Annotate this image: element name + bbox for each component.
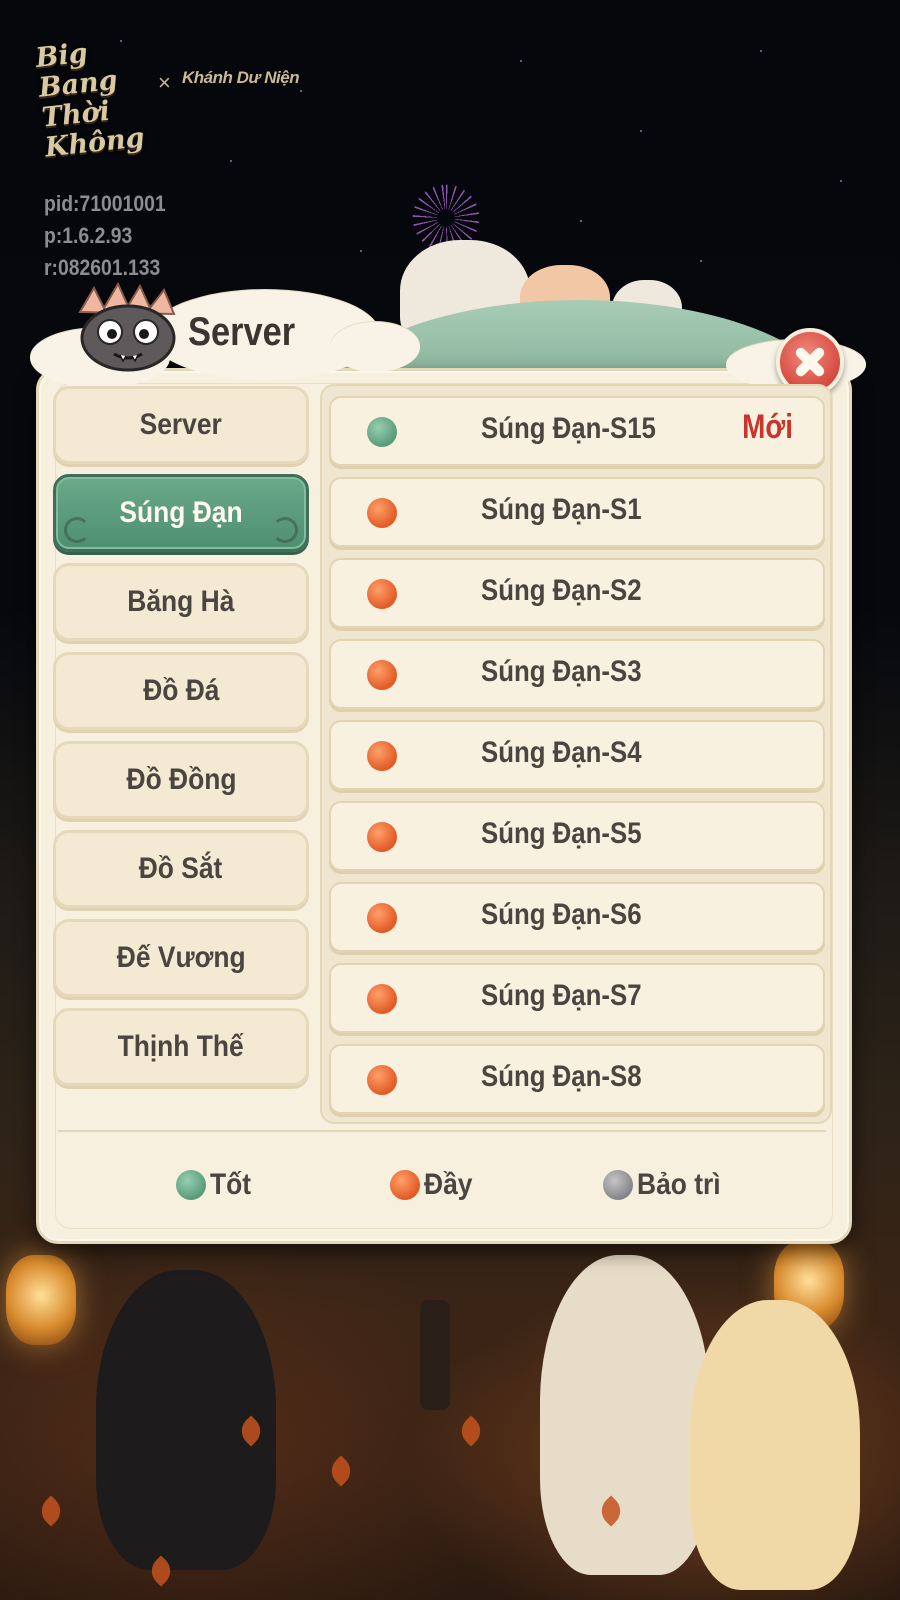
- tab-label: Đồ Đồng: [126, 763, 236, 796]
- tab-de-vuong[interactable]: Đế Vương: [53, 919, 309, 997]
- server-name: Súng Đạn-S8: [481, 1060, 642, 1093]
- status-full-icon: [367, 1065, 397, 1095]
- server-name: Súng Đạn-S7: [481, 979, 642, 1012]
- dialog-title: Server: [188, 310, 296, 354]
- swirl-decoration-icon: [64, 517, 90, 543]
- status-full-icon: [367, 822, 397, 852]
- tab-sung-dan[interactable]: Súng Đạn: [53, 474, 309, 552]
- tab-do-sat[interactable]: Đồ Sắt: [53, 830, 309, 908]
- server-name: Súng Đạn-S1: [481, 493, 642, 526]
- status-full-icon: [367, 579, 397, 609]
- dragon-mascot-icon: [78, 282, 176, 372]
- debug-revision: r:082601.133: [44, 255, 161, 280]
- server-row[interactable]: Súng Đạn-S15 Mới: [329, 396, 825, 466]
- tab-label: Thịnh Thế: [117, 1030, 245, 1063]
- tab-label: Server: [139, 408, 223, 441]
- server-row[interactable]: Súng Đạn-S6: [329, 882, 825, 952]
- server-row[interactable]: Súng Đạn-S4: [329, 720, 825, 790]
- swirl-decoration-icon: [272, 517, 298, 543]
- server-name: Súng Đạn-S6: [481, 898, 642, 931]
- legend-label: Tốt: [210, 1168, 252, 1201]
- game-logo: Big Bang Thời Không: [34, 37, 146, 164]
- status-good-icon: [176, 1170, 206, 1200]
- legend-divider: [58, 1130, 826, 1132]
- tab-bang-ha[interactable]: Băng Hà: [53, 563, 309, 641]
- server-row[interactable]: Súng Đạn-S3: [329, 639, 825, 709]
- legend-label: Bảo trì: [637, 1168, 721, 1201]
- tab-label: Đồ Đá: [142, 674, 220, 707]
- status-full-icon: [390, 1170, 420, 1200]
- debug-pid: pid:71001001: [44, 191, 166, 216]
- tab-do-dong[interactable]: Đồ Đồng: [53, 741, 309, 819]
- tab-thinh-the[interactable]: Thịnh Thế: [53, 1008, 309, 1086]
- status-good-icon: [367, 417, 397, 447]
- status-maintenance-icon: [603, 1170, 633, 1200]
- legend-label: Đầy: [424, 1168, 473, 1201]
- tab-label: Băng Hà: [127, 585, 235, 618]
- status-full-icon: [367, 741, 397, 771]
- status-full-icon: [367, 498, 397, 528]
- tab-label: Đế Vương: [116, 941, 246, 974]
- server-row[interactable]: Súng Đạn-S2: [329, 558, 825, 628]
- status-full-icon: [367, 660, 397, 690]
- legend-maintenance: Bảo trì: [603, 1168, 732, 1202]
- debug-version: p:1.6.2.93: [44, 223, 133, 248]
- server-name: Súng Đạn-S5: [481, 817, 642, 850]
- server-name: Súng Đạn-S3: [481, 655, 642, 688]
- collab-logo-text: Khánh Dư Niện: [182, 68, 300, 87]
- server-row[interactable]: Súng Đạn-S7: [329, 963, 825, 1033]
- server-row[interactable]: Súng Đạn-S1: [329, 477, 825, 547]
- legend-good: Tốt: [176, 1168, 257, 1202]
- tab-label: Súng Đạn: [119, 496, 243, 529]
- server-name: Súng Đạn-S2: [481, 574, 642, 607]
- collab-separator: ×: [158, 70, 171, 95]
- legend-full: Đầy: [390, 1168, 479, 1202]
- status-full-icon: [367, 984, 397, 1014]
- server-name: Súng Đạn-S4: [481, 736, 642, 769]
- server-row[interactable]: Súng Đạn-S5: [329, 801, 825, 871]
- new-badge: Mới: [742, 408, 793, 446]
- tab-server[interactable]: Server: [53, 386, 309, 464]
- server-row[interactable]: Súng Đạn-S8: [329, 1044, 825, 1114]
- status-full-icon: [367, 903, 397, 933]
- tab-do-da[interactable]: Đồ Đá: [53, 652, 309, 730]
- server-name: Súng Đạn-S15: [481, 412, 656, 445]
- tab-label: Đồ Sắt: [139, 852, 223, 885]
